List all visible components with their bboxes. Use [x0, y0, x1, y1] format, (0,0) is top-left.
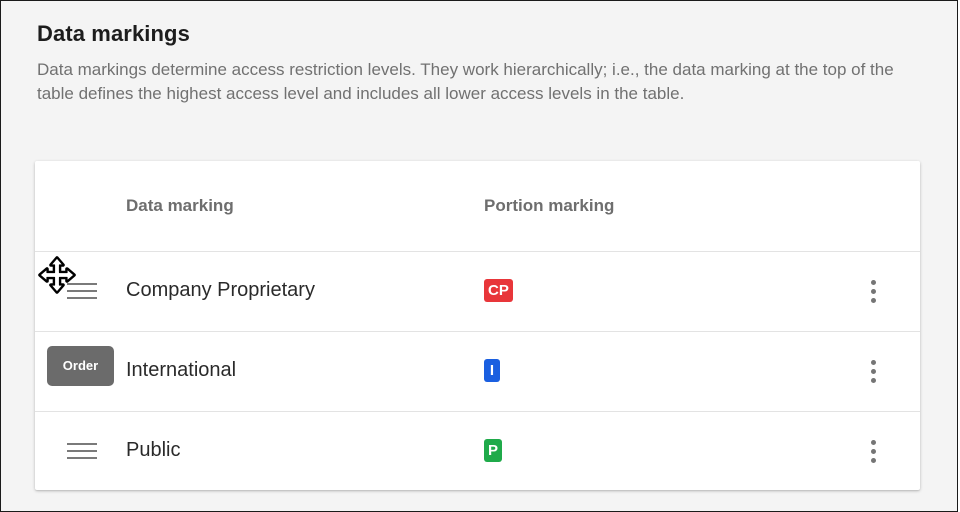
section-description: Data markings determine access restricti… — [37, 60, 894, 103]
table-header: Data marking Portion marking — [35, 161, 920, 252]
move-cursor-icon — [38, 256, 76, 294]
more-vert-icon[interactable] — [868, 439, 880, 465]
table-row: Company Proprietary CP — [35, 252, 920, 332]
data-marking-name: Company Proprietary — [126, 279, 315, 301]
data-marking-name: Public — [126, 439, 181, 461]
drag-handle-icon[interactable] — [67, 442, 97, 462]
data-markings-table: Data marking Portion marking Company Pro… — [35, 161, 920, 490]
table-row: Order International I — [35, 332, 920, 412]
table-row: Public P — [35, 412, 920, 491]
column-header-portion-marking: Portion marking — [484, 196, 615, 215]
column-header-data-marking: Data marking — [126, 196, 234, 215]
portion-marking-badge: P — [484, 439, 503, 462]
more-vert-icon[interactable] — [868, 279, 880, 305]
order-tooltip: Order — [47, 346, 114, 386]
portion-marking-badge: I — [484, 359, 500, 382]
section-title: Data markings — [37, 21, 190, 46]
data-markings-panel: Data markings Data markings determine ac… — [0, 0, 958, 512]
data-marking-name: International — [126, 359, 237, 381]
more-vert-icon[interactable] — [868, 359, 880, 385]
portion-marking-badge: CP — [484, 279, 513, 302]
